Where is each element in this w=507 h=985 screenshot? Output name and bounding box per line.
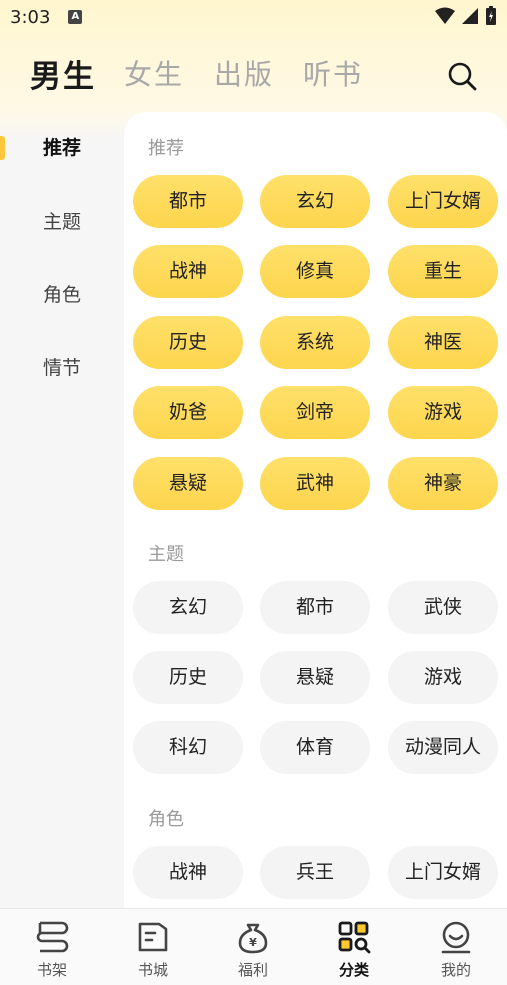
tag-chip[interactable]: 都市 [260,581,370,634]
bottom-nav-label: 书城 [137,961,168,979]
category-side-nav: 推荐 主题 角色 情节 [0,112,124,908]
side-item-plot[interactable]: 情节 [0,348,124,388]
section-title-theme: 主题 [148,544,184,565]
tag-chip[interactable]: 奶爸 [133,386,243,439]
bottom-nav-bookstore[interactable]: 书城 [103,909,203,985]
wifi-icon [435,7,455,24]
section-title-role: 角色 [148,809,184,830]
tag-chip[interactable]: 战神 [133,846,243,899]
tag-chip[interactable]: 重生 [388,245,498,298]
tag-chip[interactable]: 动漫同人 [388,721,498,774]
bottom-nav-category[interactable]: 分类 [304,909,404,985]
tag-chip[interactable]: 玄幻 [133,581,243,634]
money-bag-icon: ¥ [238,923,268,954]
status-time: 3:03 [10,6,51,28]
section-title-recommend: 推荐 [148,138,184,159]
bookshelf-icon [36,921,69,953]
tag-chip[interactable]: 历史 [133,316,243,369]
status-bar: 3:03 A [0,0,507,34]
bottom-nav-bookshelf[interactable]: 书架 [2,909,102,985]
battery-icon [486,6,496,25]
bottom-nav-label: 我的 [440,961,471,979]
tag-chip[interactable]: 武神 [260,457,370,510]
tag-chip[interactable]: 上门女婿 [388,175,498,228]
tag-chip[interactable]: 都市 [133,175,243,228]
bottom-nav-label: 书架 [36,961,67,979]
signal-icon [462,8,478,24]
svg-text:¥: ¥ [249,936,257,949]
tag-chip[interactable]: 悬疑 [133,457,243,510]
bottom-nav: 书架 书城 ¥ 福利 分类 我的 [0,908,507,985]
notification-icon: A [68,10,83,24]
category-icon [338,921,371,954]
tag-chip[interactable]: 游戏 [388,386,498,439]
bottom-nav-welfare[interactable]: ¥ 福利 [203,909,303,985]
tag-chip[interactable]: 上门女婿 [388,846,498,899]
tab-female[interactable]: 女生 [124,53,184,93]
bottom-nav-label: 福利 [237,961,268,979]
tab-male[interactable]: 男生 [30,51,96,96]
search-icon[interactable] [444,58,480,94]
tag-chip[interactable]: 悬疑 [260,651,370,704]
tag-chip[interactable]: 神豪 [388,457,498,510]
top-tab-bar: 男生 女生 出版 听书 [0,46,507,100]
bottom-nav-profile[interactable]: 我的 [406,909,506,985]
tag-chip[interactable]: 系统 [260,316,370,369]
bottom-nav-label: 分类 [338,961,369,979]
tag-chip[interactable]: 游戏 [388,651,498,704]
tag-chip[interactable]: 修真 [260,245,370,298]
tag-chip[interactable]: 科幻 [133,721,243,774]
tag-chip[interactable]: 兵王 [260,846,370,899]
tag-chip[interactable]: 体育 [260,721,370,774]
tag-chip[interactable]: 神医 [388,316,498,369]
tag-chip[interactable]: 武侠 [388,581,498,634]
status-icons [435,6,497,26]
tag-content-panel[interactable]: 推荐 都市 玄幻 上门女婿 战神 修真 重生 历史 系统 神医 奶爸 剑帝 游戏… [124,112,507,908]
side-item-theme[interactable]: 主题 [0,202,124,242]
tab-audiobook[interactable]: 听书 [303,53,363,93]
tag-chip[interactable]: 历史 [133,651,243,704]
side-item-recommend[interactable]: 推荐 [0,128,124,168]
tab-publish[interactable]: 出版 [214,53,274,93]
tag-chip[interactable]: 玄幻 [260,175,370,228]
side-item-role[interactable]: 角色 [0,275,124,315]
profile-smile-icon [441,921,471,954]
tag-chip[interactable]: 剑帝 [260,386,370,439]
book-store-icon [138,922,168,952]
tag-chip[interactable]: 战神 [133,245,243,298]
